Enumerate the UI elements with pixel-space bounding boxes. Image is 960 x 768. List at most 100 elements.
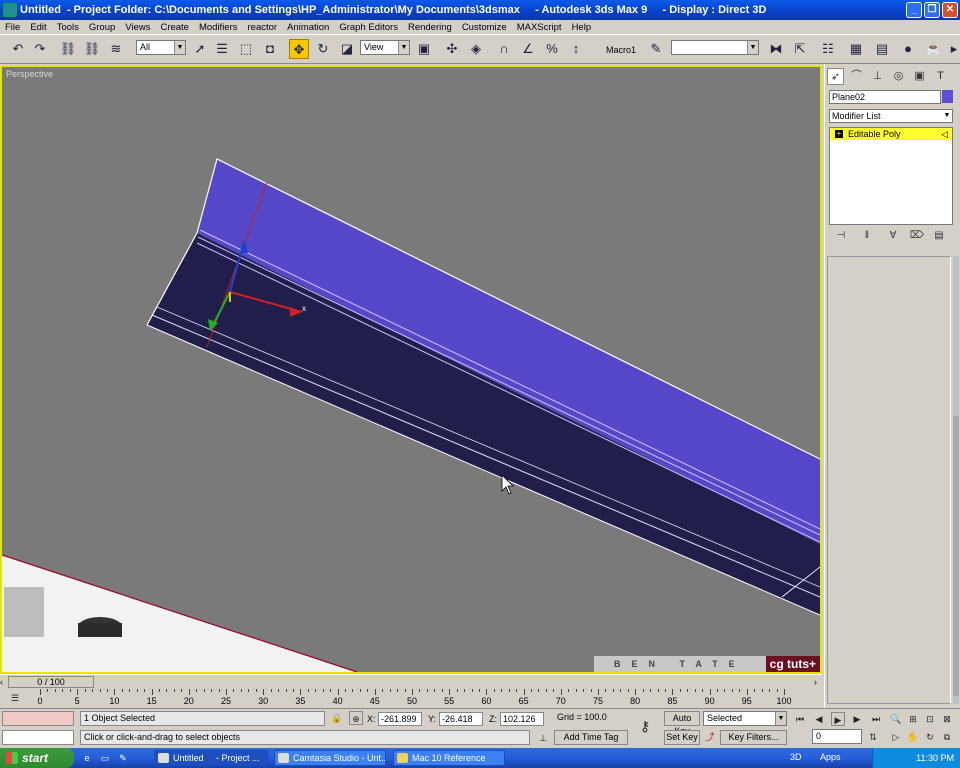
- configure-sets-icon[interactable]: ▤: [931, 230, 947, 244]
- key-filters-button[interactable]: Key Filters...: [720, 730, 787, 745]
- pin-stack-icon[interactable]: ⊣: [833, 230, 849, 244]
- mirror-icon[interactable]: ⧓: [766, 39, 786, 59]
- task-reference[interactable]: Mac 10 Reference: [393, 750, 505, 766]
- start-button[interactable]: start: [0, 748, 74, 768]
- curve-editor-icon[interactable]: ▦: [846, 39, 866, 59]
- menu-maxscript[interactable]: MAXScript: [512, 22, 567, 33]
- menu-file[interactable]: File: [0, 22, 25, 33]
- maxscript-mini-listener[interactable]: [2, 730, 74, 745]
- scrollbar-thumb[interactable]: [953, 416, 959, 696]
- modifier-list-dropdown[interactable]: Modifier List ▼: [829, 109, 953, 123]
- zoom-all-icon[interactable]: ⊞: [906, 712, 920, 726]
- macro-label[interactable]: Macro1: [606, 45, 636, 55]
- key-mode-dropdown[interactable]: Selected ▼: [703, 711, 787, 726]
- select-object-icon[interactable]: ➚: [190, 39, 210, 59]
- menu-animation[interactable]: Animation: [282, 22, 334, 33]
- menu-reactor[interactable]: reactor: [243, 22, 283, 33]
- create-tab-icon[interactable]: ➶: [827, 68, 844, 85]
- tray-apps-label[interactable]: Apps: [820, 752, 841, 762]
- spinner-snap-icon[interactable]: ↕: [566, 39, 586, 59]
- menu-customize[interactable]: Customize: [457, 22, 512, 33]
- menu-create[interactable]: Create: [155, 22, 194, 33]
- clock[interactable]: 11:30 PM: [916, 753, 954, 763]
- quicklaunch-ie-icon[interactable]: e: [80, 751, 94, 765]
- play-icon[interactable]: ▶: [831, 712, 845, 726]
- redo-icon[interactable]: ↷: [30, 39, 50, 59]
- maximize-button[interactable]: ❐: [924, 2, 940, 18]
- snap-toggle-icon[interactable]: ∩: [494, 39, 514, 59]
- utilities-tab-icon[interactable]: T: [932, 68, 949, 85]
- select-and-rotate-icon[interactable]: ↻: [313, 39, 333, 59]
- set-key-button[interactable]: Set Key: [664, 730, 700, 745]
- select-and-manipulate-icon[interactable]: ✣: [442, 39, 462, 59]
- track-bar[interactable]: ☰ 0 5 10 15 20 25 30 35 40 45 50 55 60 65 70 75 80 85 90 95…: [0, 689, 822, 708]
- close-button[interactable]: ✕: [942, 2, 958, 18]
- menu-edit[interactable]: Edit: [25, 22, 51, 33]
- x-coord-field[interactable]: -261.899: [378, 712, 422, 726]
- undo-icon[interactable]: ↶: [8, 39, 28, 59]
- menu-modifiers[interactable]: Modifiers: [194, 22, 243, 33]
- select-and-scale-icon[interactable]: ◪: [337, 39, 357, 59]
- current-frame-field[interactable]: 0: [812, 729, 862, 744]
- menu-tools[interactable]: Tools: [52, 22, 84, 33]
- time-slider[interactable]: ‹ 0 / 100 ›: [0, 674, 822, 689]
- rectangular-selection-icon[interactable]: ⬚: [236, 39, 256, 59]
- go-to-start-icon[interactable]: ⏮: [793, 712, 807, 726]
- percent-snap-icon[interactable]: %: [542, 39, 562, 59]
- reference-coord-dropdown[interactable]: View ▼: [360, 40, 410, 55]
- set-key-icon[interactable]: ⚷: [638, 719, 652, 733]
- perspective-viewport[interactable]: Perspective x BEN TATE cg tuts+: [0, 65, 822, 674]
- zoom-icon[interactable]: 🔍: [889, 712, 903, 726]
- add-time-tag-button[interactable]: Add Time Tag: [554, 730, 628, 745]
- default-in-out-tangent-icon[interactable]: ⤴: [703, 730, 717, 744]
- key-mode-toggle-icon[interactable]: ⇅: [866, 730, 880, 744]
- selection-filter-dropdown[interactable]: All ▼: [136, 40, 186, 55]
- object-name-field[interactable]: Plane02: [829, 90, 941, 104]
- angle-snap-icon[interactable]: ∠: [518, 39, 538, 59]
- previous-frame-icon[interactable]: ◀: [812, 712, 826, 726]
- motion-tab-icon[interactable]: ◎: [890, 68, 907, 85]
- align-icon[interactable]: ⇱: [790, 39, 810, 59]
- render-scene-icon[interactable]: ☕: [924, 39, 944, 59]
- minimize-button[interactable]: _: [906, 2, 922, 18]
- app-icon[interactable]: [3, 3, 17, 17]
- pivot-center-icon[interactable]: ▣: [414, 39, 434, 59]
- select-and-move-icon[interactable]: ✥: [289, 39, 309, 59]
- maxscript-listener-box[interactable]: [2, 711, 74, 726]
- arc-rotate-icon[interactable]: ↻: [923, 730, 937, 744]
- show-end-result-icon[interactable]: ‖: [859, 230, 875, 244]
- display-tab-icon[interactable]: ▣: [911, 68, 928, 85]
- select-by-name-icon[interactable]: ☰: [212, 39, 232, 59]
- field-of-view-icon[interactable]: ▷: [889, 730, 903, 744]
- pan-icon[interactable]: ✋: [906, 730, 920, 744]
- time-tag-icon[interactable]: ⊥: [536, 731, 550, 745]
- task-camtasia[interactable]: Camtasia Studio - Unt...: [274, 750, 386, 766]
- z-coord-field[interactable]: 102.126: [500, 712, 544, 726]
- schematic-view-icon[interactable]: ▤: [872, 39, 892, 59]
- panel-scrollbar[interactable]: [953, 256, 959, 704]
- bind-space-warp-icon[interactable]: ≋: [106, 39, 126, 59]
- menu-help[interactable]: Help: [567, 22, 597, 33]
- maximize-viewport-icon[interactable]: ⧉: [940, 730, 954, 744]
- keyboard-shortcut-override-icon[interactable]: ◈: [466, 39, 486, 59]
- time-slider-thumb[interactable]: 0 / 100: [8, 676, 94, 688]
- make-unique-icon[interactable]: ∀: [885, 230, 901, 244]
- auto-key-button[interactable]: Auto Key: [664, 711, 700, 736]
- lock-selection-icon[interactable]: 🔒: [330, 711, 344, 725]
- modify-tab-icon[interactable]: ⌒: [848, 68, 865, 85]
- next-frame-icon[interactable]: ▶: [850, 712, 864, 726]
- tray-3d-label[interactable]: 3D: [790, 752, 802, 762]
- object-color-swatch[interactable]: [942, 90, 953, 103]
- task-3dsmax[interactable]: Untitled - Project ...: [154, 750, 268, 766]
- window-crossing-icon[interactable]: ◘: [260, 39, 280, 59]
- expand-icon[interactable]: +: [835, 130, 843, 138]
- hierarchy-tab-icon[interactable]: ⊥: [869, 68, 886, 85]
- mini-curve-editor-icon[interactable]: ☰: [8, 691, 22, 705]
- quicklaunch-desktop-icon[interactable]: ▭: [98, 751, 112, 765]
- zoom-extents-icon[interactable]: ⊡: [923, 712, 937, 726]
- slider-prev-icon[interactable]: ‹: [0, 677, 3, 687]
- named-selection-dropdown[interactable]: ▼: [671, 40, 759, 55]
- light-bulb-icon[interactable]: ◁: [941, 128, 948, 140]
- quick-render-icon[interactable]: ▸: [944, 39, 960, 59]
- go-to-end-icon[interactable]: ⏭: [869, 712, 883, 726]
